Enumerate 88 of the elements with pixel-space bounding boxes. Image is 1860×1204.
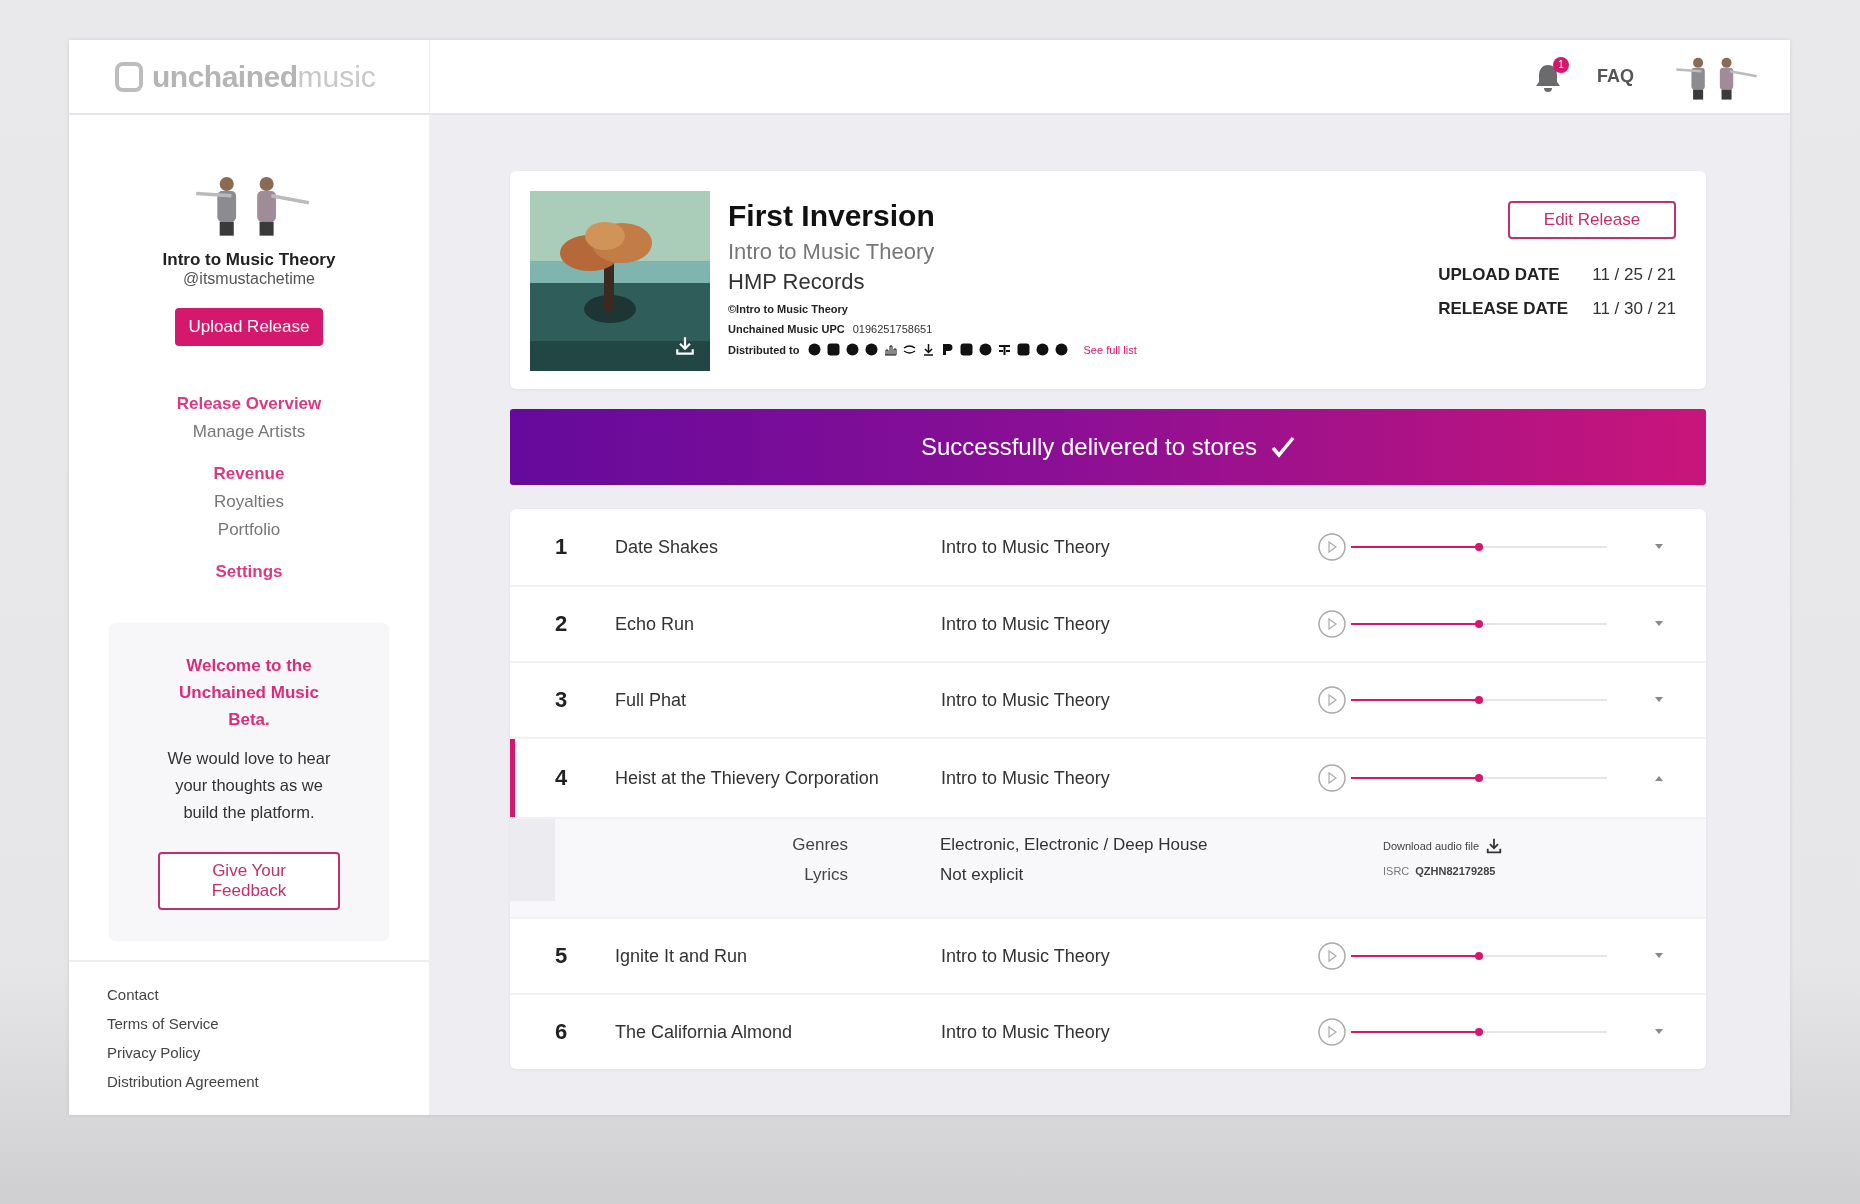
date-value: 11 / 25 / 21	[1592, 265, 1676, 285]
service-icon	[940, 343, 954, 356]
nav-heading[interactable]: Settings	[215, 562, 283, 582]
release-title: First Inversion	[728, 199, 936, 233]
logo-icon	[114, 60, 146, 93]
service-icon	[864, 343, 878, 356]
play-button[interactable]	[1317, 763, 1347, 793]
service-icon	[807, 343, 821, 356]
detail-label: Lyrics	[803, 864, 848, 885]
release-artist: Intro to Music Theory	[728, 239, 936, 265]
slider-thumb[interactable]	[1475, 952, 1483, 960]
track-title: Ignite It and Run	[615, 945, 749, 967]
play-button[interactable]	[1317, 685, 1347, 715]
play-button[interactable]	[1317, 941, 1347, 971]
see-full-list-link[interactable]: See full list	[1083, 343, 1137, 356]
track-number: 5	[555, 943, 569, 969]
feedback-text: We would love to hear your thoughts as we build the platform.	[166, 748, 332, 823]
track-artist: Intro to Music Theory	[941, 1021, 1111, 1043]
service-icon	[902, 343, 916, 356]
download-audio-link[interactable]: Download audio file	[1383, 837, 1706, 859]
service-icon	[883, 343, 897, 356]
service-icon	[845, 343, 859, 356]
track-title: Full Phat	[615, 689, 688, 711]
upc-label: Unchained Music UPC	[728, 323, 845, 335]
profile-name: Intro to Music Theory	[162, 250, 336, 270]
upc-value: 0196251758651	[852, 323, 933, 335]
play-button[interactable]	[1317, 609, 1347, 639]
footer-link[interactable]: Privacy Policy	[107, 1044, 429, 1061]
slider-thumb[interactable]	[1475, 620, 1483, 628]
faq-link[interactable]: FAQ	[1597, 66, 1634, 87]
nav-item[interactable]: Portfolio	[217, 520, 281, 540]
service-icon	[1054, 343, 1068, 356]
service-icon	[997, 343, 1011, 356]
record-label: HMP Records	[728, 269, 866, 295]
track-artist: Intro to Music Theory	[941, 613, 1111, 635]
service-icon	[1016, 343, 1030, 356]
slider-thumb[interactable]	[1475, 543, 1483, 551]
detail-value: Electronic, Electronic / Deep House	[939, 835, 1209, 856]
isrc-label: ISRC	[1383, 865, 1410, 877]
nav-heading[interactable]: Revenue	[213, 464, 285, 484]
isrc-value: QZHN82179285	[1415, 865, 1496, 877]
play-button[interactable]	[1317, 1017, 1347, 1047]
download-icon[interactable]	[674, 335, 696, 357]
check-icon	[1271, 436, 1296, 458]
detail-value: Not explicit	[939, 864, 1025, 885]
notification-badge: 1	[1553, 56, 1569, 73]
track-title: The California Almond	[615, 1021, 794, 1043]
slider-thumb[interactable]	[1475, 1028, 1483, 1036]
service-icon	[959, 343, 973, 356]
distributed-label: Distributed to	[728, 343, 800, 356]
logo-text: unchained	[152, 59, 298, 94]
copyright-text: ©Intro to Music Theory	[728, 303, 848, 315]
footer-link[interactable]: Contact	[107, 986, 429, 1003]
date-label: UPLOAD DATE	[1438, 265, 1561, 285]
nav-item[interactable]: Royalties	[214, 492, 284, 512]
date-label: RELEASE DATE	[1438, 299, 1569, 319]
track-number: 6	[555, 1019, 569, 1045]
footer-link[interactable]: Terms of Service	[107, 1015, 429, 1032]
slider-thumb[interactable]	[1475, 774, 1483, 782]
track-title: Heist at the Thievery Corporation	[615, 767, 880, 789]
track-artist: Intro to Music Theory	[941, 767, 1111, 789]
banner-text: Successfully delivered to stores	[920, 433, 1258, 461]
footer-link[interactable]: Distribution Agreement	[107, 1073, 429, 1090]
service-icon	[921, 343, 935, 356]
feedback-button[interactable]: Give Your Feedback	[158, 852, 340, 910]
play-button[interactable]	[1317, 532, 1347, 562]
track-number: 1	[555, 534, 569, 560]
nav-heading[interactable]: Release Overview	[176, 394, 322, 414]
service-icon	[826, 343, 840, 356]
track-artist: Intro to Music Theory	[941, 536, 1111, 558]
track-artist: Intro to Music Theory	[941, 689, 1111, 711]
profile-handle: @itsmustachetime	[183, 270, 315, 288]
edit-release-button[interactable]: Edit Release	[1508, 201, 1676, 239]
track-title: Date Shakes	[615, 536, 720, 558]
date-value: 11 / 30 / 21	[1592, 299, 1676, 319]
feedback-title: Welcome to the Unchained Music Beta.	[178, 655, 320, 731]
track-number: 2	[555, 611, 569, 637]
service-icon	[978, 343, 992, 356]
track-number: 3	[555, 687, 569, 713]
service-icon	[1035, 343, 1049, 356]
detail-label: Genres	[791, 835, 848, 856]
download-icon	[1485, 837, 1503, 855]
track-artist: Intro to Music Theory	[941, 945, 1111, 967]
nav-item[interactable]: Manage Artists	[192, 422, 306, 442]
slider-thumb[interactable]	[1475, 696, 1483, 704]
upload-release-button[interactable]: Upload Release	[174, 308, 324, 346]
track-title: Echo Run	[615, 613, 696, 635]
track-number: 4	[555, 765, 569, 791]
